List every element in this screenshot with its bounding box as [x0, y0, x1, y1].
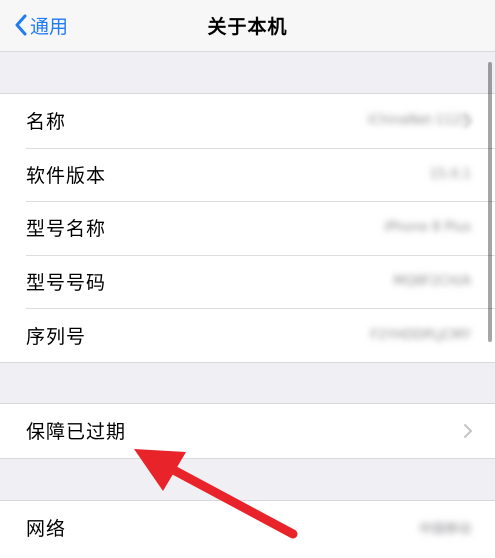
navigation-bar: 通用 关于本机 — [0, 0, 495, 52]
serial-number-value: F2YHDDPLJCMY — [370, 327, 471, 343]
device-info-group: 名称 iChinaNet-1123 软件版本 15.0.1 型号名称 iPhon… — [0, 93, 495, 363]
network-group: 网络 中国移动 — [0, 500, 495, 558]
model-number-value: MQ8F2CH/A — [393, 274, 471, 290]
page-title: 关于本机 — [207, 16, 288, 38]
serial-number-row[interactable]: 序列号 F2YHDDPLJCMY — [0, 308, 495, 362]
warranty-label: 保障已过期 — [26, 421, 127, 444]
software-version-row[interactable]: 软件版本 15.0.1 — [0, 147, 495, 202]
network-value: 中国移动 — [418, 522, 471, 538]
model-number-label: 型号号码 — [26, 272, 107, 295]
name-value: iChinaNet-1123 — [367, 113, 469, 129]
chevron-right-icon — [464, 113, 472, 128]
network-label: 网络 — [26, 518, 67, 541]
network-row[interactable]: 网络 中国移动 — [0, 501, 495, 555]
chevron-right-icon — [464, 423, 472, 438]
software-version-label: 软件版本 — [26, 164, 107, 187]
name-label: 名称 — [26, 111, 67, 134]
software-version-value: 15.0.1 — [429, 166, 471, 182]
model-name-label: 型号名称 — [26, 218, 107, 241]
model-number-row[interactable]: 型号号码 MQ8F2CH/A — [0, 254, 495, 309]
model-name-value: iPhone 8 Plus — [384, 220, 471, 236]
scroll-indicator — [488, 62, 492, 342]
warranty-group: 保障已过期 — [0, 403, 495, 459]
model-name-row[interactable]: 型号名称 iPhone 8 Plus — [0, 201, 495, 255]
serial-number-label: 序列号 — [26, 325, 87, 348]
warranty-row[interactable]: 保障已过期 — [0, 404, 495, 458]
name-row[interactable]: 名称 iChinaNet-1123 — [0, 94, 495, 148]
